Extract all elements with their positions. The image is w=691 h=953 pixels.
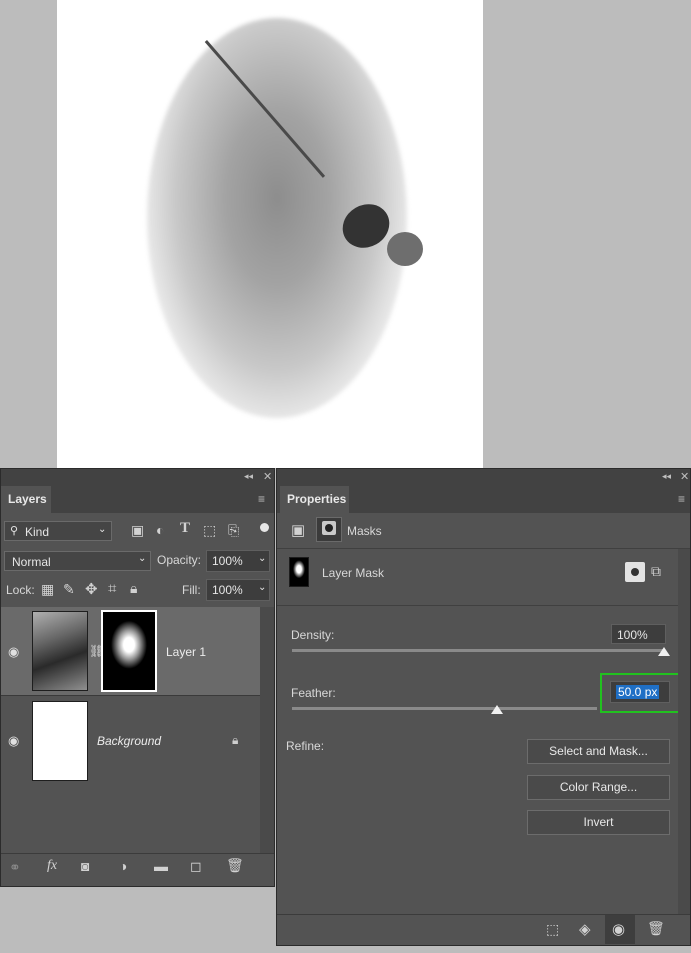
layer-mask-thumbnail[interactable] [101,610,157,692]
chevron-down-icon: ⌄ [258,553,267,564]
layers-tabbar: Layers ≡ [1,486,274,513]
kind-filter-select[interactable]: ⚲ Kind ⌄ [4,521,112,541]
layers-bottom-bar: ⚭ fx ◙ ◑ ▬ ◻ 🗑︎ [1,853,274,882]
toggle-mask-button[interactable]: ◉ [605,915,635,944]
fx-icon[interactable]: fx [47,858,57,874]
select-pixel-mask-button[interactable] [625,562,645,582]
color-range-button[interactable]: Color Range... [527,775,670,800]
glasses-lens-shadow [387,232,423,266]
kind-filter-label: Kind [25,525,50,539]
lock-transparent-pixels-icon[interactable]: ▦ [41,581,54,598]
chevron-down-icon: ⌄ [98,524,107,535]
lock-image-pixels-icon[interactable]: ✎ [63,581,75,598]
apply-mask-icon[interactable]: ◈ [579,920,591,938]
opacity-value: 100% [212,554,243,568]
properties-tabbar: Properties ≡ [277,486,690,513]
properties-scrollbar[interactable] [678,549,690,914]
masks-label: Masks [347,524,382,538]
type-layer-filter-icon[interactable]: T [180,520,190,537]
properties-bottom-bar: ⬚ ◈ ◉ 🗑︎ [277,914,690,945]
layer-mask-thumbnail [289,557,309,587]
shape-layer-filter-icon[interactable]: ⬚ [203,522,216,539]
feather-value[interactable]: 50.0 px [616,685,660,699]
chevron-down-icon: ⌄ [258,582,267,593]
fill-value: 100% [212,583,243,597]
layer-mask-label: Layer Mask [322,566,385,580]
add-vector-mask-icon[interactable]: ⧉ [651,563,661,580]
vector-mask-selected[interactable] [316,517,342,542]
trash-icon[interactable]: 🗑︎ [226,857,244,874]
properties-panel: ◂◂ ✕ Properties ≡ ▣ Masks Layer Mask ⧉ D… [276,468,691,946]
pixel-layer-filter-icon[interactable]: ▣ [131,522,144,539]
panel-top-strip: ◂◂ ✕ [1,469,274,486]
lock-label: Lock: [6,583,35,597]
refine-label: Refine: [286,739,325,753]
layer-row-layer-1[interactable]: ◉ ⛓ Layer 1 [1,607,260,695]
document-canvas[interactable] [57,0,483,468]
eye-visibility-icon[interactable]: ◉ [8,733,19,749]
feather-field[interactable]: 50.0 px [610,681,670,703]
new-layer-icon[interactable]: ◻ [190,858,202,875]
density-slider-thumb[interactable] [658,647,670,656]
smart-object-filter-icon[interactable]: ⎘ [228,522,239,539]
density-label: Density: [291,628,335,642]
feather-slider-track[interactable] [292,707,597,710]
opacity-label: Opacity: [157,553,202,567]
divider [277,605,690,606]
adjustment-layer-filter-icon[interactable]: ◐ [156,522,164,538]
adjustment-layer-icon[interactable]: ◑ [119,858,127,874]
opacity-field[interactable]: 100% ⌄ [206,550,270,572]
folder-icon[interactable]: ▬ [154,858,168,874]
blend-mode-select[interactable]: Normal ⌄ [4,551,151,571]
chevron-down-icon: ⌄ [138,553,147,564]
tab-layers[interactable]: Layers [1,486,51,513]
layers-scrollbar[interactable] [260,607,274,853]
background-thumbnail[interactable] [32,701,88,781]
add-mask-icon[interactable]: ◙ [81,858,89,874]
filter-toggle-icon[interactable] [260,523,269,532]
link-layers-icon[interactable]: ⚭ [9,859,21,876]
pixel-mask-icon[interactable]: ▣ [291,521,305,539]
collapse-icon[interactable]: ◂◂ [662,471,671,482]
layer-thumbnail[interactable] [32,611,88,691]
layer-name[interactable]: Layer 1 [166,645,206,659]
close-icon[interactable]: ✕ [263,470,272,483]
eye-visibility-icon[interactable]: ◉ [8,644,19,660]
layer-row-background[interactable]: ◉ Background 🔒︎ [1,696,260,784]
lock-all-icon[interactable]: 🔒︎ [130,580,137,597]
density-slider-track[interactable] [292,649,664,652]
feather-label: Feather: [291,686,336,700]
trash-icon[interactable]: 🗑︎ [647,920,665,937]
search-icon: ⚲ [10,525,19,537]
layers-panel: ◂◂ ✕ Layers ≡ ⚲ Kind ⌄ ▣ ◐ T ⬚ ⎘ Normal … [0,468,275,887]
divider [277,548,690,549]
fill-label: Fill: [182,583,201,597]
mask-dot-icon [631,568,639,576]
collapse-icon[interactable]: ◂◂ [244,471,253,482]
layer-name[interactable]: Background [97,734,161,748]
close-icon[interactable]: ✕ [680,470,689,483]
density-field[interactable]: 100% [611,624,666,644]
select-and-mask-button[interactable]: Select and Mask... [527,739,670,764]
panel-menu-icon[interactable]: ≡ [258,492,265,506]
tab-properties[interactable]: Properties [280,486,349,513]
mask-dot-icon [325,524,333,532]
invert-button[interactable]: Invert [527,810,670,835]
load-selection-icon[interactable]: ⬚ [546,921,559,938]
lock-position-icon[interactable]: ✥ [85,580,98,598]
fill-field[interactable]: 100% ⌄ [206,579,270,601]
blend-mode-value: Normal [12,555,51,569]
panel-menu-icon[interactable]: ≡ [678,492,685,506]
panel-top-strip: ◂◂ ✕ [277,469,690,486]
lock-icon: 🔒︎ [232,733,239,747]
density-value: 100% [617,628,648,642]
eye-icon: ◉ [612,921,626,938]
lock-artboard-icon[interactable]: ⌗ [108,580,116,597]
feather-slider-thumb[interactable] [490,705,503,714]
